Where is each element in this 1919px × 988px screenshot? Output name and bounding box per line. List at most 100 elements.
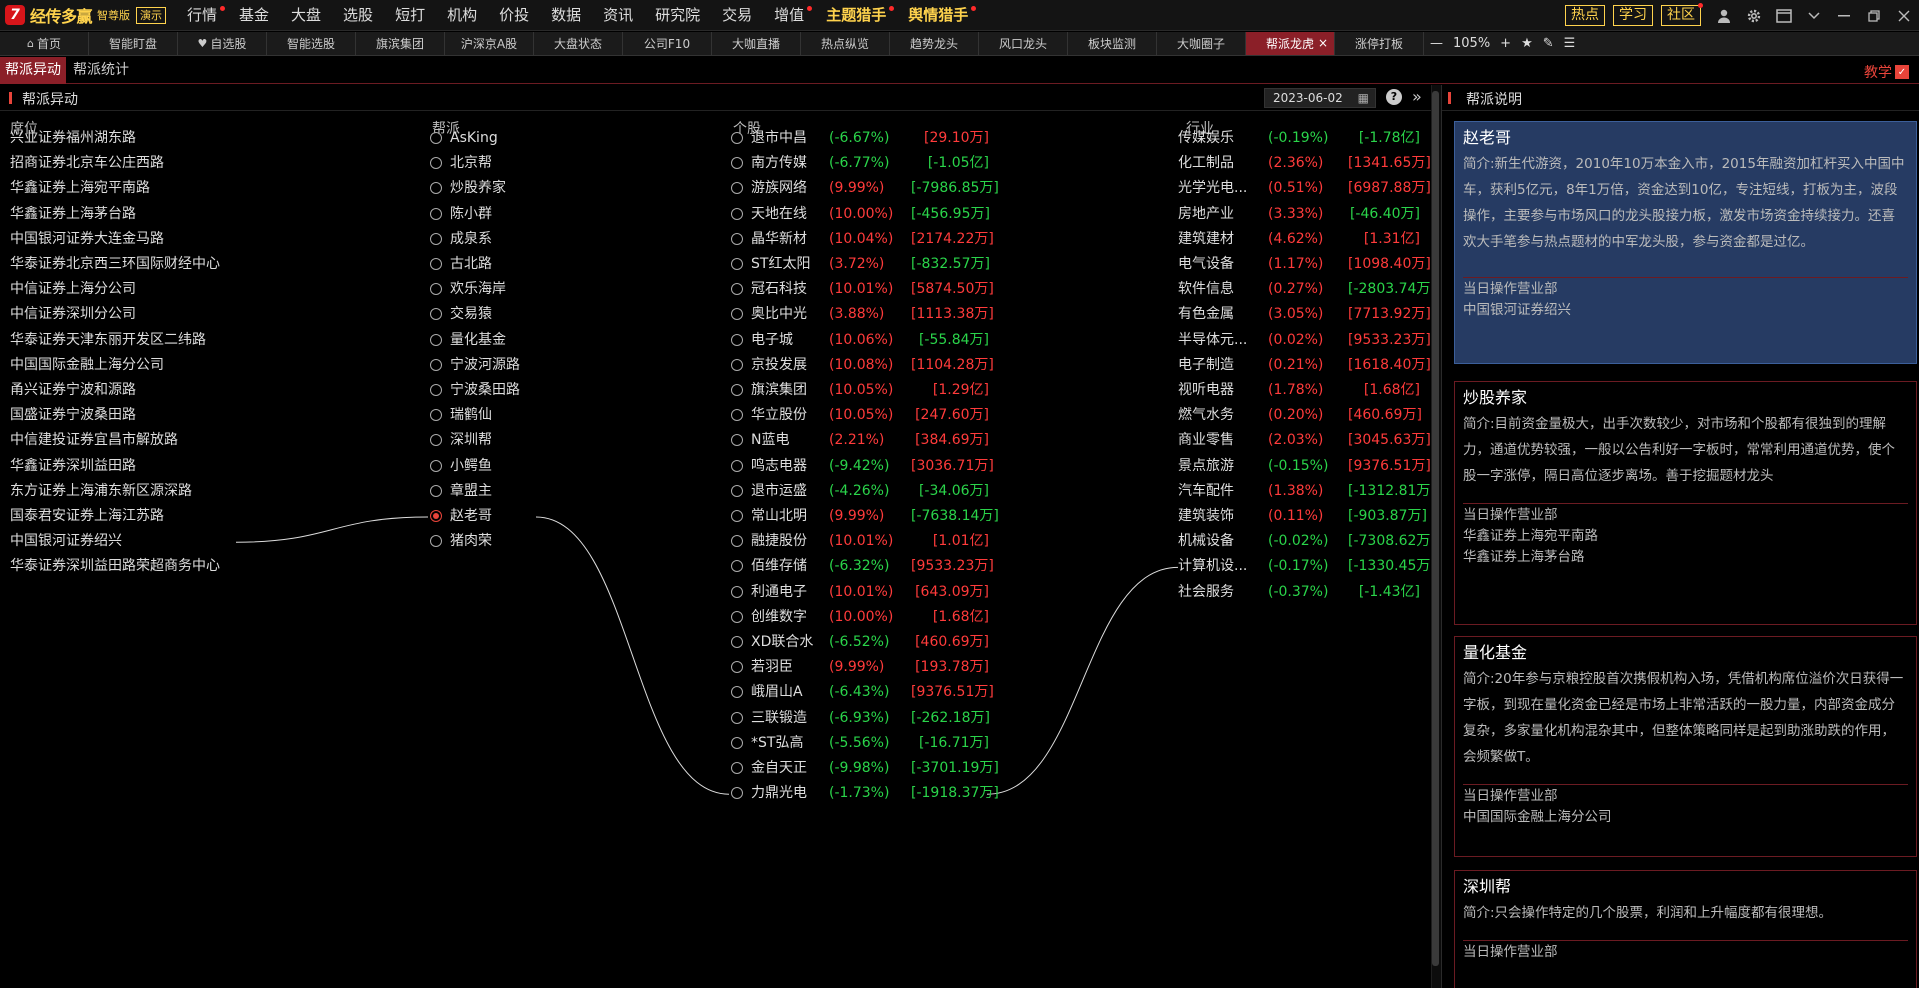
stock-row[interactable]: 金自天正 (-9.98%) [-3701.19万] (731, 758, 999, 778)
stock-radio[interactable] (731, 358, 743, 371)
seat-row[interactable]: 华鑫证券上海茅台路 (10, 204, 136, 224)
stock-radio[interactable] (731, 182, 743, 195)
gang-radio[interactable] (430, 535, 442, 548)
menu-item-9[interactable]: 研究院 (644, 0, 711, 31)
stock-radio[interactable] (731, 384, 743, 396)
seat-row[interactable]: 中信证券深圳分公司 (10, 304, 136, 324)
zoom-in-icon[interactable]: + (1500, 36, 1511, 51)
industry-row[interactable]: 化工制品 (2.36%) [1341.65万] (1178, 153, 1431, 173)
close-icon[interactable]: × (1318, 36, 1328, 50)
tab-0[interactable]: ⌂ 首页 (0, 32, 89, 55)
gang-row[interactable]: 成泉系 (430, 229, 492, 249)
stock-row[interactable]: 融捷股份 (10.01%) [1.01亿] (731, 531, 989, 551)
gang-row[interactable]: 赵老哥 (430, 506, 492, 526)
gang-row[interactable]: 小鳄鱼 (430, 456, 492, 476)
demo-badge[interactable]: 演示 (136, 6, 167, 24)
gang-radio[interactable] (430, 358, 442, 371)
tab-7[interactable]: 公司F10 (623, 32, 712, 55)
menu-item-7[interactable]: 数据 (540, 0, 592, 31)
industry-row[interactable]: 视听电器 (1.78%) [1.68亿] (1178, 380, 1420, 400)
stock-row[interactable]: 退市中昌 (-6.67%) [29.10万] (731, 128, 989, 148)
star-icon[interactable]: ★ (1521, 36, 1533, 51)
gang-row[interactable]: 陈小群 (430, 204, 492, 224)
industry-row[interactable]: 建筑建材 (4.62%) [1.31亿] (1178, 229, 1420, 249)
stock-radio[interactable] (731, 283, 743, 296)
gang-radio[interactable] (430, 132, 442, 144)
seat-row[interactable]: 华泰证券深圳益田路荣超商务中心 (10, 556, 220, 576)
stock-radio[interactable] (731, 510, 743, 522)
stock-row[interactable]: 若羽臣 (9.99%) [193.78万] (731, 657, 989, 677)
learn-button[interactable]: 学习 (1613, 5, 1653, 26)
gang-card[interactable]: 炒股养家 简介:目前资金量极大，出手次数较少，对市场和个股都有很独到的理解力，通道… (1454, 381, 1917, 625)
tab-1[interactable]: 智能盯盘 (89, 32, 178, 55)
industry-row[interactable]: 商业零售 (2.03%) [3045.63万] (1178, 430, 1431, 450)
stock-row[interactable]: 退市运盛 (-4.26%) [-34.06万] (731, 481, 989, 501)
gang-row[interactable]: 炒股养家 (430, 178, 506, 198)
gang-radio[interactable] (430, 258, 442, 270)
stock-row[interactable]: 游族网络 (9.99%) [-7986.85万] (731, 178, 999, 198)
seat-row[interactable]: 中信证券上海分公司 (10, 279, 136, 299)
gang-row[interactable]: 宁波桑田路 (430, 380, 520, 400)
stock-radio[interactable] (731, 409, 743, 422)
stock-row[interactable]: 佰维存储 (-6.32%) [9533.23万] (731, 556, 994, 576)
zoom-out-icon[interactable]: — (1430, 36, 1443, 51)
menu-item-13[interactable]: 舆情猎手 (897, 0, 979, 31)
stock-row[interactable]: N蓝电 (2.21%) [384.69万] (731, 430, 989, 450)
edit-pencil-icon[interactable]: ✎ (1543, 36, 1554, 51)
seat-row[interactable]: 中信建投证券宜昌市解放路 (10, 430, 178, 450)
stock-radio[interactable] (731, 232, 743, 245)
stock-radio[interactable] (731, 560, 743, 573)
stock-radio[interactable] (731, 207, 743, 220)
seat-row[interactable]: 中国银河证券大连金马路 (10, 229, 164, 249)
gang-row[interactable]: 交易猿 (430, 304, 492, 324)
tab-11[interactable]: 风口龙头 (979, 32, 1068, 55)
menu-item-1[interactable]: 基金 (228, 0, 280, 31)
gang-row[interactable]: 宁波河源路 (430, 355, 520, 375)
menu-item-8[interactable]: 资讯 (592, 0, 644, 31)
tab-10[interactable]: 趋势龙头 (890, 32, 979, 55)
menu-item-0[interactable]: 行情 (176, 0, 228, 31)
gang-radio[interactable] (430, 384, 442, 396)
stock-row[interactable]: XD联合水 (-6.52%) [460.69万] (731, 632, 989, 652)
gang-card[interactable]: 赵老哥 简介:新生代游资，2010年10万本金入市，2015年融资加杠杆买入中国中… (1454, 121, 1917, 364)
industry-row[interactable]: 建筑装饰 (0.11%) [-903.87万] (1178, 506, 1427, 526)
industry-row[interactable]: 电气设备 (1.17%) [1098.40万] (1178, 254, 1431, 274)
gang-radio[interactable] (430, 510, 442, 522)
stock-row[interactable]: 冠石科技 (10.01%) [5874.50万] (731, 279, 994, 299)
stock-radio[interactable] (731, 459, 743, 472)
tab-13[interactable]: 大咖圈子 (1157, 32, 1246, 55)
tab-4[interactable]: 旗滨集团 (356, 32, 445, 55)
stock-radio[interactable] (731, 132, 743, 144)
seat-row[interactable]: 国泰君安证券上海江苏路 (10, 506, 164, 526)
gang-radio[interactable] (430, 207, 442, 220)
stock-row[interactable]: 力鼎光电 (-1.73%) [-1918.37万] (731, 783, 999, 803)
menu-item-10[interactable]: 交易 (711, 0, 763, 31)
stock-radio[interactable] (731, 157, 743, 170)
gang-row[interactable]: 猪肉荣 (430, 531, 492, 551)
stock-row[interactable]: 南方传媒 (-6.77%) [-1.05亿] (731, 153, 989, 173)
stock-radio[interactable] (731, 636, 743, 648)
menu-item-2[interactable]: 大盘 (280, 0, 332, 31)
industry-row[interactable]: 电子制造 (0.21%) [1618.40万] (1178, 355, 1431, 375)
stock-radio[interactable] (731, 484, 743, 497)
list-icon[interactable]: ☰ (1564, 36, 1576, 51)
main-scroll-thumb[interactable] (1432, 91, 1439, 966)
industry-row[interactable]: 景点旅游 (-0.15%) [9376.51万] (1178, 456, 1431, 476)
gang-card[interactable]: 量化基金 简介:20年参与京粮控股首次携假机构入场，凭借机构席位溢价次日获得一字板… (1454, 636, 1917, 857)
industry-row[interactable]: 机械设备 (-0.02%) [-7308.62万] (1178, 531, 1436, 551)
minimize-icon[interactable] (1829, 0, 1859, 31)
stock-row[interactable]: 三联锻造 (-6.93%) [-262.18万] (731, 708, 990, 728)
settings-gear-icon[interactable] (1739, 0, 1769, 31)
gang-radio[interactable] (430, 182, 442, 195)
stock-radio[interactable] (731, 535, 743, 548)
industry-row[interactable]: 计算机设... (-0.17%) [-1330.45万] (1178, 556, 1436, 576)
gang-radio[interactable] (430, 434, 442, 447)
tab-12[interactable]: 板块监测 (1068, 32, 1157, 55)
seat-row[interactable]: 国盛证券宁波桑田路 (10, 405, 136, 425)
stock-row[interactable]: 华立股份 (10.05%) [247.60万] (731, 405, 989, 425)
stock-radio[interactable] (731, 308, 743, 321)
stock-radio[interactable] (731, 686, 743, 699)
layout-icon[interactable] (1769, 0, 1799, 31)
menu-item-5[interactable]: 机构 (436, 0, 488, 31)
tab-8[interactable]: 大咖直播 (712, 32, 801, 55)
